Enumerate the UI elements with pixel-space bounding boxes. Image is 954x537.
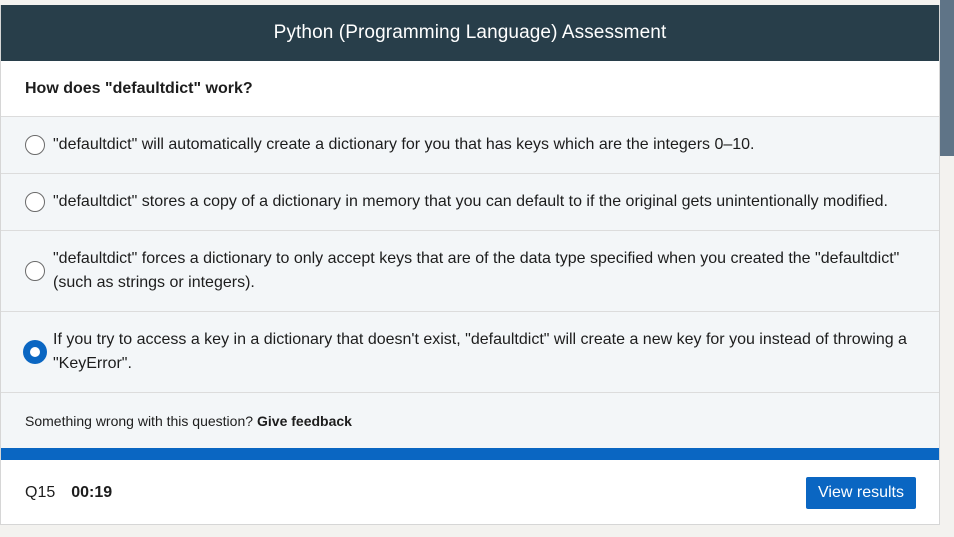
assessment-title: Python (Programming Language) Assessment — [273, 22, 667, 43]
question-number: Q15 — [25, 484, 56, 501]
answer-option-4-text: If you try to access a key in a dictiona… — [53, 331, 907, 372]
page-backdrop — [940, 0, 954, 156]
radio-button-option-2[interactable] — [25, 192, 45, 212]
feedback-prompt: Something wrong with this question? — [25, 412, 254, 429]
modal-footer: Q15 00:19 View results — [1, 460, 939, 524]
modal-header: Python (Programming Language) Assessment — [1, 5, 939, 61]
answer-option-3[interactable]: "defaultdict" forces a dictionary to onl… — [1, 231, 939, 312]
answer-option-2-text: "defaultdict" stores a copy of a diction… — [53, 193, 888, 210]
view-results-button[interactable]: View results — [806, 477, 916, 509]
answer-option-1-text: "defaultdict" will automatically create … — [53, 136, 755, 153]
timer: 00:19 — [71, 484, 113, 501]
radio-button-option-4-selected[interactable] — [24, 341, 46, 363]
answer-option-1[interactable]: "defaultdict" will automatically create … — [1, 117, 939, 174]
radio-button-option-1[interactable] — [25, 135, 45, 155]
answer-option-3-text: "defaultdict" forces a dictionary to onl… — [53, 250, 900, 291]
feedback-row: Something wrong with this question? Give… — [1, 393, 939, 448]
answer-option-2[interactable]: "defaultdict" stores a copy of a diction… — [1, 174, 939, 231]
assessment-modal: Python (Programming Language) Assessment… — [0, 5, 940, 525]
question-text: How does "defaultdict" work? — [1, 61, 939, 117]
radio-button-option-3[interactable] — [25, 261, 45, 281]
answer-option-4[interactable]: If you try to access a key in a dictiona… — [1, 312, 939, 393]
radio-selected-dot — [28, 345, 42, 359]
progress-bar — [1, 448, 939, 460]
give-feedback-link[interactable]: Give feedback — [257, 413, 352, 429]
